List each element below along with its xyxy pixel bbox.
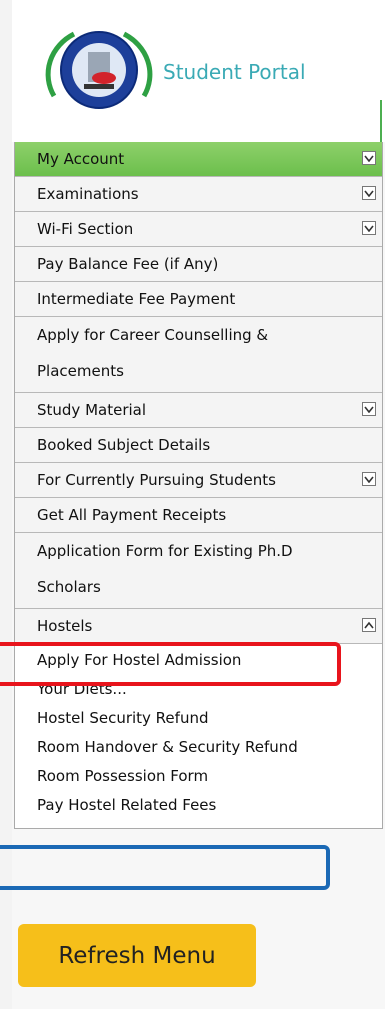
highlight-box-blue <box>0 845 330 890</box>
menu-item-label: My Account <box>37 150 125 168</box>
menu-item-label: Hostels <box>37 617 93 635</box>
header-accent-line <box>380 100 382 142</box>
refresh-menu-button[interactable]: Refresh Menu <box>18 924 256 987</box>
menu-item-booked-subject-details[interactable]: Booked Subject Details <box>15 428 382 463</box>
menu-item-label: Study Material <box>37 401 147 419</box>
chevron-down-icon[interactable] <box>362 402 376 416</box>
submenu-item-room-possession-form[interactable]: Room Possession Form <box>15 762 382 791</box>
menu-item-study-material[interactable]: Study Material <box>15 393 382 428</box>
menu-item-pay-balance-fee-if-any[interactable]: Pay Balance Fee (if Any) <box>15 247 382 282</box>
menu-item-label: Get All Payment Receipts <box>37 506 227 524</box>
menu-item-my-account[interactable]: My Account <box>15 142 382 177</box>
menu-item-for-currently-pursuing-students[interactable]: For Currently Pursuing Students <box>15 463 382 498</box>
university-logo-icon <box>45 31 153 109</box>
highlight-box-red <box>0 642 341 686</box>
menu-item-label: Intermediate Fee Payment <box>37 290 236 308</box>
portal-title[interactable]: Student Portal <box>163 60 306 84</box>
menu-item-intermediate-fee-payment[interactable]: Intermediate Fee Payment <box>15 282 382 317</box>
sidebar-menu: My Account Examinations Wi-Fi Section Pay B… <box>14 142 383 829</box>
chevron-down-icon[interactable] <box>362 221 376 235</box>
submenu-item-room-handover-security-refund[interactable]: Room Handover & Security Refund <box>15 733 382 762</box>
submenu-item-hostel-security-refund[interactable]: Hostel Security Refund <box>15 704 382 733</box>
chevron-down-icon[interactable] <box>362 472 376 486</box>
menu-item-label: Application Form for Existing Ph.D Schol… <box>37 542 293 596</box>
menu-item-apply-for-career-counselling-placements[interactable]: Apply for Career Counselling & Placement… <box>15 317 382 393</box>
menu-item-label: Examinations <box>37 185 139 203</box>
chevron-up-icon[interactable] <box>362 618 376 632</box>
menu-item-hostels[interactable]: Hostels <box>15 609 382 644</box>
submenu-item-pay-hostel-related-fees[interactable]: Pay Hostel Related Fees <box>15 791 382 820</box>
menu-item-get-all-payment-receipts[interactable]: Get All Payment Receipts <box>15 498 382 533</box>
menu-item-wi-fi-section[interactable]: Wi-Fi Section <box>15 212 382 247</box>
menu-item-examinations[interactable]: Examinations <box>15 177 382 212</box>
menu-item-label: For Currently Pursuing Students <box>37 471 276 489</box>
menu-item-label: Apply for Career Counselling & Placement… <box>37 326 269 380</box>
menu-item-label: Booked Subject Details <box>37 436 211 454</box>
menu-item-label: Pay Balance Fee (if Any) <box>37 255 219 273</box>
menu-item-label: Wi-Fi Section <box>37 220 134 238</box>
menu-item-application-form-for-existing-ph-d-scholars[interactable]: Application Form for Existing Ph.D Schol… <box>15 533 382 609</box>
chevron-down-icon[interactable] <box>362 151 376 165</box>
chevron-down-icon[interactable] <box>362 186 376 200</box>
